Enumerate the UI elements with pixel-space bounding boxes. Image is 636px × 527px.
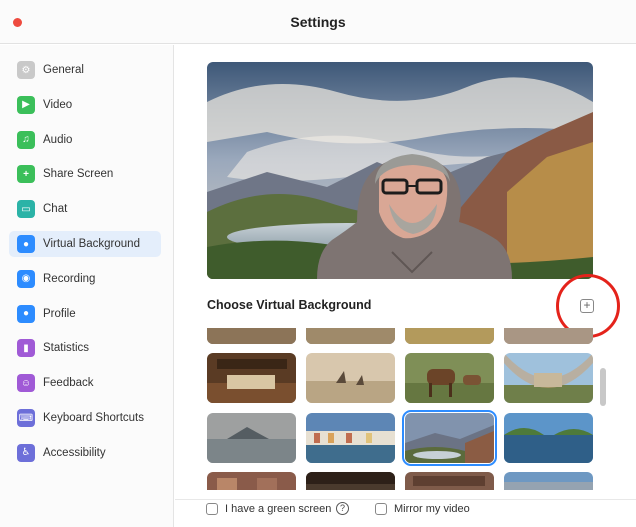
sidebar-item-label: Virtual Background: [43, 238, 140, 250]
background-thumbnail[interactable]: [504, 328, 593, 344]
sidebar-item-feedback[interactable]: ☺ Feedback: [9, 370, 161, 396]
sidebar-item-chat[interactable]: ▭ Chat: [9, 196, 161, 222]
background-thumbnail[interactable]: [405, 472, 494, 490]
sidebar-item-label: Profile: [43, 307, 76, 320]
background-thumbnail[interactable]: [306, 413, 395, 463]
feedback-icon: ☺: [17, 374, 35, 393]
sidebar-item-label: Recording: [43, 272, 96, 285]
background-thumbnail[interactable]: [207, 413, 296, 463]
thumbnail-scrollbar[interactable]: [600, 328, 607, 490]
virtual-background-panel: Choose Virtual Background + I have a gre…: [175, 45, 636, 527]
record-icon: ◉: [17, 269, 35, 288]
video-preview: [207, 62, 593, 279]
sidebar-item-general[interactable]: ⚙ General: [9, 57, 161, 83]
statistics-icon: ▮: [17, 339, 35, 358]
section-title: Choose Virtual Background: [207, 298, 372, 312]
keyboard-icon: ⌨: [17, 409, 35, 427]
headphones-icon: ♫: [17, 130, 35, 149]
background-thumbnail[interactable]: [207, 353, 296, 403]
background-thumbnail[interactable]: [504, 472, 593, 490]
background-thumbnail[interactable]: [306, 328, 395, 344]
sidebar-item-statistics[interactable]: ▮ Statistics: [9, 335, 161, 361]
background-thumbnail[interactable]: [306, 353, 395, 403]
sidebar-item-label: Feedback: [43, 377, 94, 390]
sidebar-item-keyboard-shortcuts[interactable]: ⌨ Keyboard Shortcuts: [9, 405, 161, 431]
help-icon[interactable]: ?: [336, 502, 349, 515]
green-screen-label: I have a green screen: [225, 503, 332, 515]
sidebar-item-label: Share Screen: [43, 168, 114, 181]
gear-icon: ⚙: [17, 61, 35, 79]
green-screen-checkbox[interactable]: [206, 503, 218, 515]
background-thumbnail[interactable]: [207, 328, 296, 344]
mirror-video-checkbox[interactable]: [375, 503, 387, 515]
background-thumbnail[interactable]: [306, 472, 395, 490]
person-background-icon: ●: [17, 235, 35, 253]
title-bar: Settings: [0, 0, 636, 44]
sidebar-item-recording[interactable]: ◉ Recording: [9, 266, 161, 292]
background-thumbnail[interactable]: [207, 472, 296, 490]
share-screen-icon: +: [17, 165, 35, 184]
scrollbar-thumb[interactable]: [600, 368, 606, 406]
sidebar-item-video[interactable]: ▶ Video: [9, 92, 161, 118]
sidebar-item-label: Accessibility: [43, 446, 106, 459]
background-thumbnail[interactable]: [504, 353, 593, 403]
background-thumbnail-selected[interactable]: [402, 410, 497, 466]
sidebar-item-virtual-background[interactable]: ● Virtual Background: [9, 231, 161, 257]
sidebar-item-profile[interactable]: ● Profile: [9, 301, 161, 327]
profile-icon: ●: [17, 304, 35, 323]
sidebar-item-accessibility[interactable]: ♿ Accessibility: [9, 440, 161, 466]
settings-sidebar: ⚙ General ▶ Video ♫ Audio + Share Screen ▭ Chat ● V…: [0, 45, 174, 527]
sidebar-item-label: Audio: [43, 133, 73, 146]
sidebar-item-label: General: [43, 64, 84, 76]
background-thumbnail[interactable]: [504, 413, 593, 463]
sidebar-item-share-screen[interactable]: + Share Screen: [9, 161, 161, 187]
background-thumbnail[interactable]: [405, 328, 494, 344]
preview-image: [207, 62, 593, 279]
background-thumbnail-grid[interactable]: [207, 328, 599, 490]
sidebar-item-label: Statistics: [43, 342, 90, 355]
video-camera-icon: ▶: [17, 95, 35, 114]
sidebar-item-label: Chat: [43, 203, 68, 216]
background-thumbnail[interactable]: [405, 353, 494, 403]
chat-icon: ▭: [17, 200, 35, 219]
sidebar-item-audio[interactable]: ♫ Audio: [9, 127, 161, 153]
mirror-video-label: Mirror my video: [394, 503, 470, 515]
sidebar-item-label: Keyboard Shortcuts: [43, 412, 145, 424]
accessibility-icon: ♿: [17, 443, 35, 462]
sidebar-item-label: Video: [43, 98, 73, 111]
settings-window: Settings ⚙ General ▶ Video ♫ Audio + Share Scre…: [0, 0, 636, 527]
window-title: Settings: [290, 14, 346, 30]
